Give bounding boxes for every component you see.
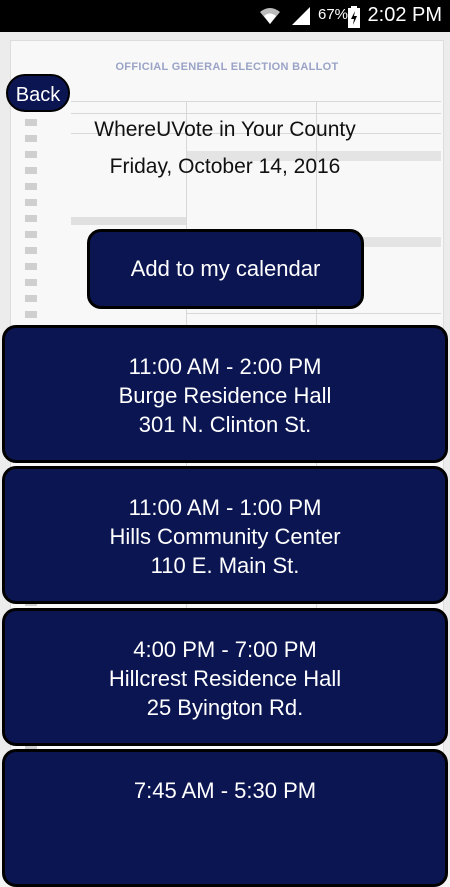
battery-charging-icon [348,6,360,33]
location-name: Hillcrest Residence Hall [108,666,342,691]
page-title: WhereUVote in Your County [94,118,356,141]
location-time: 7:45 AM - 5:30 PM [133,778,317,803]
location-name: Hills Community Center [109,524,341,549]
location-card[interactable]: 4:00 PM - 7:00 PM Hillcrest Residence Ha… [2,608,448,746]
add-to-calendar-label: Add to my calendar [130,256,321,281]
status-bar: 67% 2:02 PM [0,0,450,32]
battery-percent: 67% [318,6,349,23]
location-name: Burge Residence Hall [118,383,332,408]
back-button[interactable]: Back [6,74,70,112]
signal-icon [290,6,312,31]
location-time: 11:00 AM - 1:00 PM [128,495,322,520]
location-time: 4:00 PM - 7:00 PM [133,637,317,662]
location-card[interactable]: 7:45 AM - 5:30 PM [2,749,448,887]
location-address: 25 Byington Rd. [146,695,304,720]
add-to-calendar-button[interactable]: Add to my calendar [87,229,364,309]
clock: 2:02 PM [367,4,442,26]
location-card[interactable]: 11:00 AM - 2:00 PM Burge Residence Hall … [2,325,448,463]
wifi-icon [258,6,282,31]
page-date: Friday, October 14, 2016 [109,155,341,178]
location-address: 301 N. Clinton St. [138,412,312,437]
ballot-title: OFFICIAL GENERAL ELECTION BALLOT [115,61,339,73]
location-address: 110 E. Main St. [150,553,300,578]
location-card[interactable]: 11:00 AM - 1:00 PM Hills Community Cente… [2,466,448,604]
location-time: 11:00 AM - 2:00 PM [128,354,322,379]
